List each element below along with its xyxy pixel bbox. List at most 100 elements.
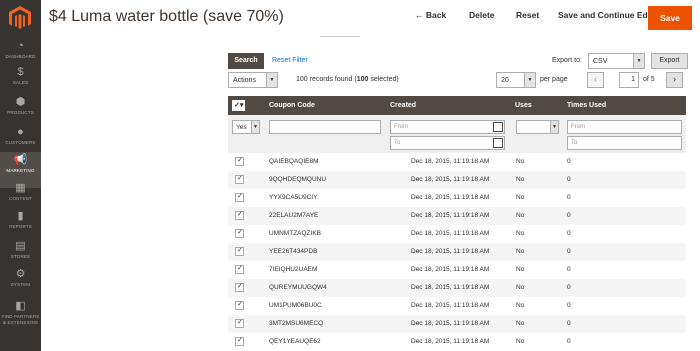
cell-created: Dec 18, 2015, 11:19:18 AM xyxy=(411,338,490,345)
cell-created: Dec 18, 2015, 11:19:18 AM xyxy=(411,266,490,273)
next-page-button[interactable]: › xyxy=(666,72,683,88)
row-select-checkbox[interactable] xyxy=(235,264,244,274)
sidebar-item-label: SYSTEM xyxy=(10,282,31,287)
per-page-select[interactable]: 20 ▼ xyxy=(496,72,536,88)
table-row[interactable]: QEY1YEAUQE62 Dec 18, 2015, 11:19:18 AM No 0 xyxy=(228,333,686,351)
reset-filter-link[interactable]: Reset Filter xyxy=(272,57,308,64)
in-selection-value: Yes xyxy=(236,124,247,131)
cell-code: 9QQHDEQMQUNU xyxy=(269,176,327,183)
row-select-checkbox[interactable] xyxy=(235,318,244,328)
sidebar-item-label: SALES xyxy=(12,80,29,85)
table-row[interactable]: UM1PUM06BU0C Dec 18, 2015, 11:19:18 AM No 0 xyxy=(228,297,686,315)
delete-button[interactable]: Delete xyxy=(469,10,495,20)
col-uses[interactable]: Uses xyxy=(515,102,532,109)
cell-uses: No xyxy=(516,212,525,219)
table-row[interactable]: YYX9CA5U9CIY Dec 18, 2015, 11:19:18 AM No 0 xyxy=(228,189,686,207)
created-to-filter[interactable]: To xyxy=(390,136,505,150)
cell-created: Dec 18, 2015, 11:19:18 AM xyxy=(411,194,490,201)
times-used-to-filter[interactable]: To xyxy=(567,136,682,150)
cell-times: 0 xyxy=(567,302,571,309)
row-select-checkbox[interactable] xyxy=(235,210,244,220)
row-select-checkbox[interactable] xyxy=(235,300,244,310)
export-format-select[interactable]: CSV ▼ xyxy=(588,53,645,69)
export-button[interactable]: Export xyxy=(651,53,688,69)
gear-icon: ⚙ xyxy=(15,268,26,280)
in-selection-filter[interactable]: Yes ▼ xyxy=(232,120,260,134)
dollar-icon: $ xyxy=(17,66,24,78)
cell-code: UMNMTZAQZIKB xyxy=(269,230,321,237)
created-from-placeholder: From xyxy=(394,124,408,130)
magento-logo-icon[interactable] xyxy=(9,6,31,30)
mass-actions-select[interactable]: Actions ▼ xyxy=(228,72,278,88)
calendar-icon[interactable] xyxy=(493,122,503,132)
row-select-checkbox[interactable] xyxy=(235,192,244,202)
mass-select-checkbox[interactable]: ✓▾ xyxy=(232,100,245,111)
chevron-down-icon: ▼ xyxy=(550,121,558,133)
uses-filter[interactable]: ▼ xyxy=(516,120,559,134)
times-used-to-placeholder: To xyxy=(571,140,578,146)
cell-code: 7IEIQHU2UAEM xyxy=(269,266,318,273)
table-row[interactable]: QAIEBQAQIE8M Dec 18, 2015, 11:19:18 AM No 0 xyxy=(228,153,686,171)
row-select-checkbox[interactable] xyxy=(235,246,244,256)
back-button[interactable]: ← Back xyxy=(415,10,446,20)
calendar-icon[interactable] xyxy=(493,138,503,148)
row-select-checkbox[interactable] xyxy=(235,336,244,346)
cell-times: 0 xyxy=(567,338,571,345)
cell-code: QAIEBQAQIE8M xyxy=(269,158,319,165)
chevron-down-icon: ▼ xyxy=(251,121,259,133)
save-continue-button[interactable]: Save and Continue Edit xyxy=(558,10,653,20)
prev-page-button[interactable]: ‹ xyxy=(587,72,604,88)
sidebar-item-label: FIND PARTNERS & EXTENSIONS xyxy=(1,314,40,325)
table-row[interactable]: 22ELAU2M7AYE Dec 18, 2015, 11:19:18 AM No 0 xyxy=(228,207,686,225)
save-button[interactable]: Save xyxy=(648,6,692,30)
sidebar-item-label: PRODUCTS xyxy=(7,110,34,115)
dashboard-icon: ◔ xyxy=(17,40,24,52)
section-divider xyxy=(320,34,360,37)
row-select-checkbox[interactable] xyxy=(235,156,244,166)
row-select-checkbox[interactable] xyxy=(235,228,244,238)
row-select-checkbox[interactable] xyxy=(235,174,244,184)
reset-button[interactable]: Reset xyxy=(516,10,539,20)
table-row[interactable]: 9QQHDEQMQUNU Dec 18, 2015, 11:19:18 AM No 0 xyxy=(228,171,686,189)
table-row[interactable]: UMNMTZAQZIKB Dec 18, 2015, 11:19:18 AM No 0 xyxy=(228,225,686,243)
table-row[interactable]: 3MT2MSU6MECQ Dec 18, 2015, 11:19:18 AM No 0 xyxy=(228,315,686,333)
created-to-placeholder: To xyxy=(394,140,401,146)
sidebar-item-find-partners-extensions[interactable]: ◧ FIND PARTNERS & EXTENSIONS xyxy=(0,298,41,334)
row-select-checkbox[interactable] xyxy=(235,282,244,292)
cell-code: QEY1YEAUQE62 xyxy=(269,338,321,345)
bars-icon: ▮ xyxy=(17,210,24,222)
cell-uses: No xyxy=(516,338,525,345)
cell-uses: No xyxy=(516,320,525,327)
search-button[interactable]: Search xyxy=(228,53,264,69)
cell-code: QUREYMUUGQW4 xyxy=(269,284,327,291)
records-prefix: 100 records found ( xyxy=(296,76,357,83)
cell-uses: No xyxy=(516,176,525,183)
records-selected-count: 100 xyxy=(356,76,369,83)
table-row[interactable]: 7IEIQHU2UAEM Dec 18, 2015, 11:19:18 AM No 0 xyxy=(228,261,686,279)
chevron-down-icon: ▼ xyxy=(633,54,644,68)
grid-header: ✓▾ Coupon Code Created Uses Times Used xyxy=(228,96,686,115)
cell-code: YEE26T434PDB xyxy=(269,248,318,255)
page-number-input[interactable]: 1 xyxy=(619,72,639,88)
times-used-from-filter[interactable]: From xyxy=(567,120,682,134)
table-row[interactable]: QUREYMUUGQW4 Dec 18, 2015, 11:19:18 AM No 0 xyxy=(228,279,686,297)
col-created[interactable]: Created xyxy=(390,102,416,109)
table-row[interactable]: YEE26T434PDB Dec 18, 2015, 11:19:18 AM No 0 xyxy=(228,243,686,261)
coupon-code-filter[interactable] xyxy=(269,120,381,134)
filter-row: Yes ▼ From To ▼ From To xyxy=(228,115,686,153)
col-times-used[interactable]: Times Used xyxy=(567,102,606,109)
cell-times: 0 xyxy=(567,158,571,165)
times-used-from-placeholder: From xyxy=(571,124,585,130)
sidebar-item-system[interactable]: ⚙ SYSTEM xyxy=(0,266,41,302)
cell-created: Dec 18, 2015, 11:19:18 AM xyxy=(411,230,490,237)
cell-times: 0 xyxy=(567,230,571,237)
sidebar-item-label: DASHBOARD xyxy=(5,54,36,59)
cell-times: 0 xyxy=(567,284,571,291)
col-coupon-code[interactable]: Coupon Code xyxy=(269,102,315,109)
sidebar-item-label: CONTENT xyxy=(9,196,32,201)
admin-sidebar: ◔ DASHBOARD $ SALES ⬢ PRODUCTS ● CUSTOMERS 📢 MARK… xyxy=(0,0,41,351)
cell-code: 22ELAU2M7AYE xyxy=(269,212,319,219)
box-icon: ⬢ xyxy=(15,96,26,108)
cell-created: Dec 18, 2015, 11:19:18 AM xyxy=(411,212,490,219)
created-from-filter[interactable]: From xyxy=(390,120,505,134)
